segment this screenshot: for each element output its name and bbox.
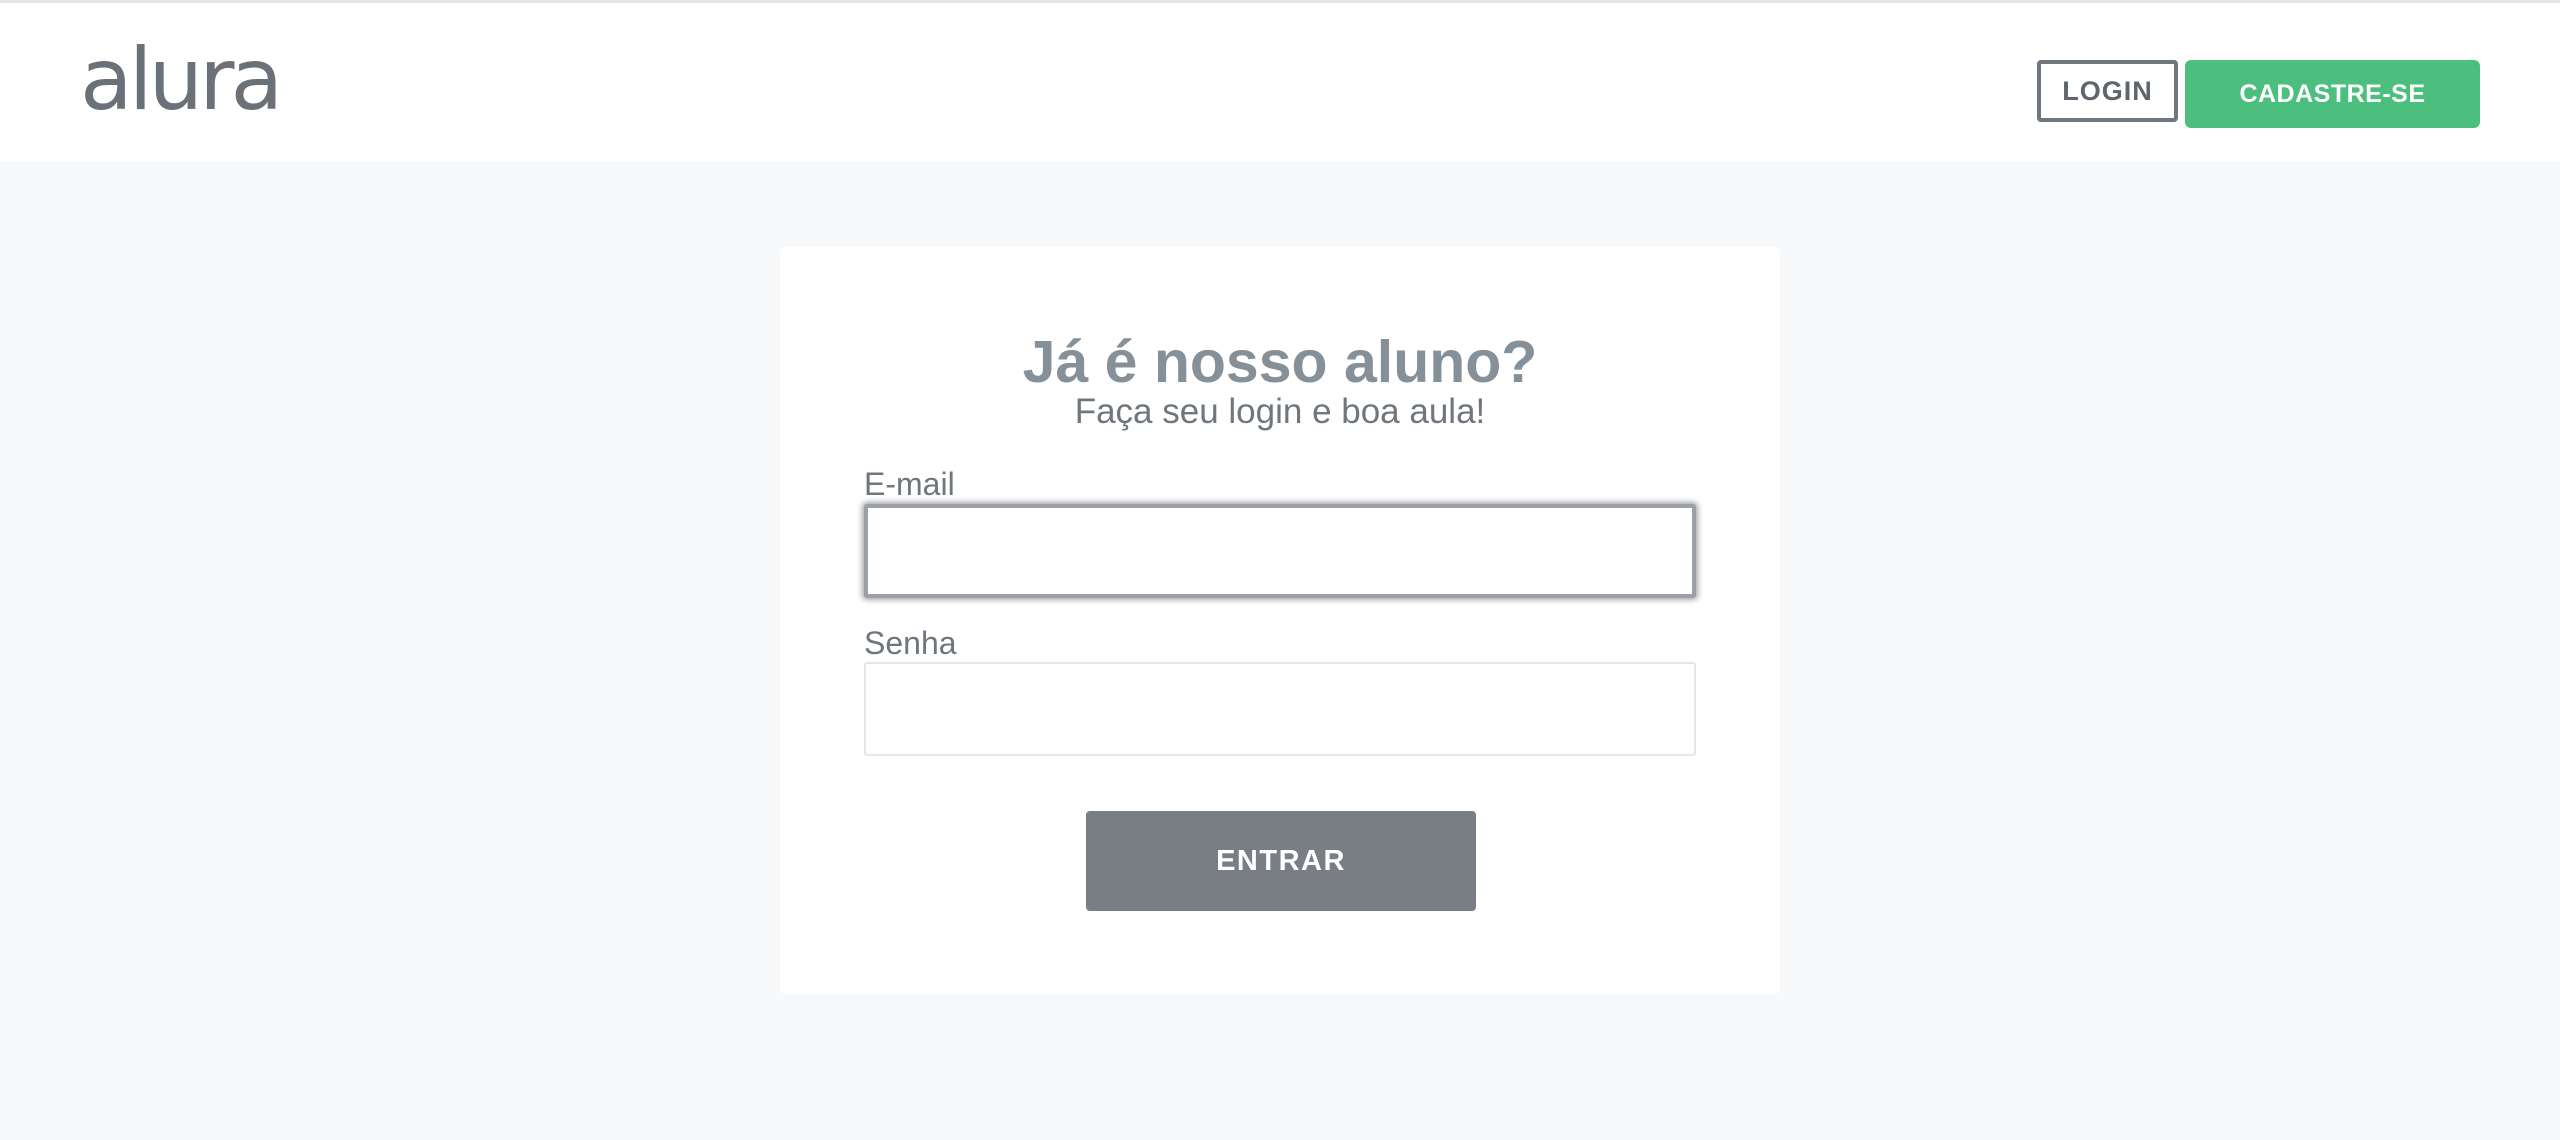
- site-header: alura LOGIN CADASTRE-SE: [0, 3, 2560, 161]
- login-card: Já é nosso aluno? Faça seu login e boa a…: [780, 247, 1780, 994]
- email-label: E-mail: [864, 466, 955, 502]
- submit-button[interactable]: ENTRAR: [1086, 811, 1476, 911]
- email-field[interactable]: [864, 504, 1696, 598]
- login-subtitle: Faça seu login e boa aula!: [1074, 392, 1486, 431]
- login-button[interactable]: LOGIN: [2037, 60, 2178, 122]
- password-label: Senha: [864, 625, 957, 661]
- signup-button[interactable]: CADASTRE-SE: [2185, 60, 2480, 128]
- alura-logo[interactable]: alura: [80, 35, 283, 125]
- password-field[interactable]: [864, 662, 1696, 756]
- login-title: Já é nosso aluno?: [1022, 329, 1538, 395]
